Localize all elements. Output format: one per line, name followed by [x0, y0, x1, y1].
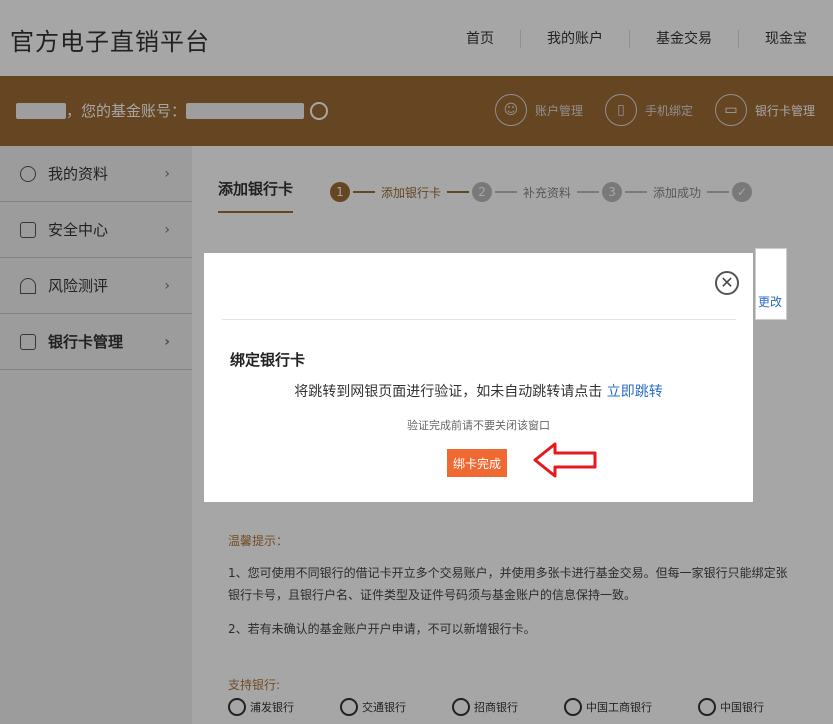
modal-message: 将跳转到网银页面进行验证，如未自动跳转请点击 立即跳转 — [294, 384, 663, 400]
divider — [222, 319, 736, 320]
bind-card-modal: ✕ 绑定银行卡 将跳转到网银页面进行验证，如未自动跳转请点击 立即跳转 验证完成… — [204, 253, 753, 502]
jump-link[interactable]: 立即跳转 — [607, 384, 663, 400]
close-icon[interactable]: ✕ — [715, 271, 739, 295]
red-arrow-annotation — [533, 442, 597, 478]
partial-card-panel: 更改 — [755, 248, 787, 320]
change-link[interactable]: 更改 — [758, 293, 782, 310]
modal-note: 验证完成前请不要关闭该窗口 — [407, 419, 550, 432]
modal-title: 绑定银行卡 — [230, 351, 306, 369]
bind-complete-button[interactable]: 绑卡完成 — [447, 449, 507, 477]
